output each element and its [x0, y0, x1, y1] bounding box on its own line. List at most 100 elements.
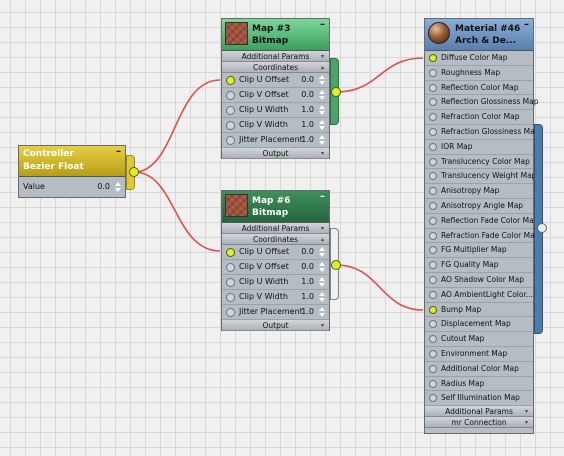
map-slot-row[interactable]: Cutout Map	[425, 332, 533, 347]
input-port[interactable]	[429, 83, 437, 92]
mr-connection-rollout[interactable]: mr Connection ▾	[425, 417, 533, 429]
input-port[interactable]	[429, 172, 437, 181]
map-slot-row[interactable]: IOR Map	[425, 139, 533, 155]
input-port[interactable]	[429, 379, 437, 388]
collapse-icon[interactable]: –	[320, 20, 325, 30]
wire-controller-to-map6[interactable]	[133, 171, 221, 252]
spinner-icon[interactable]	[318, 247, 326, 257]
map-slot-row[interactable]: Reflection Fade Color Map	[425, 213, 538, 229]
input-port[interactable]	[226, 263, 235, 272]
param-value[interactable]: 1.0	[292, 305, 314, 319]
map-slot-row[interactable]: Bump Map	[425, 302, 533, 318]
spinner-icon[interactable]	[318, 135, 326, 145]
input-port[interactable]	[429, 54, 437, 62]
param-value[interactable]: 1.0	[292, 275, 314, 289]
map-slot-row[interactable]: Refraction Fade Color Map	[425, 228, 539, 244]
param-value[interactable]: 0.0	[88, 177, 110, 197]
param-row[interactable]: Jitter Placement 1.0	[222, 133, 329, 148]
wire-controller-to-map3[interactable]	[133, 79, 221, 173]
spinner-icon[interactable]	[318, 120, 326, 130]
param-row[interactable]: Clip U Offset 0.0	[222, 245, 329, 260]
input-port[interactable]	[429, 349, 437, 358]
input-port[interactable]	[429, 275, 437, 284]
coordinates-rollout[interactable]: Coordinates ▴	[222, 234, 329, 245]
input-port[interactable]	[226, 91, 235, 100]
input-port[interactable]	[226, 308, 235, 317]
param-value[interactable]: 1.0	[292, 103, 314, 117]
input-port[interactable]	[226, 121, 235, 130]
map-slot-row[interactable]: Roughness Map	[425, 65, 533, 81]
map-slot-row[interactable]: FG Quality Map	[425, 258, 533, 273]
input-port[interactable]	[429, 142, 437, 151]
map-slot-row[interactable]: Refraction Color Map	[425, 110, 533, 125]
map6-node[interactable]: Map #6 Bitmap – Additional Params ▾ Coor…	[221, 190, 330, 331]
output-rollout[interactable]: Output ▾	[222, 320, 329, 331]
wire-map3-to-diffuse[interactable]	[335, 57, 424, 93]
map-slot-row[interactable]: Radius Map	[425, 376, 533, 392]
param-value[interactable]: 1.0	[292, 118, 314, 132]
map-slot-row[interactable]: Self Illumination Map	[425, 391, 533, 407]
input-port[interactable]	[226, 106, 235, 115]
param-value[interactable]: 1.0	[292, 133, 314, 147]
material-node[interactable]: Material #46 Arch & De... – Diffuse Colo…	[424, 18, 539, 434]
map-slot-row[interactable]: Reflection Color Map	[425, 80, 533, 96]
controller-node[interactable]: Controller Bezier Float – Value 0.0	[18, 145, 126, 198]
param-value[interactable]: 1.0	[292, 290, 314, 304]
map-slot-row[interactable]: Displacement Map	[425, 317, 533, 333]
input-port[interactable]	[429, 261, 437, 270]
param-value[interactable]: 0.0	[292, 88, 314, 102]
map-slot-row[interactable]: AO AmbientLight Color...	[425, 287, 533, 303]
input-port[interactable]	[429, 290, 437, 299]
collapse-icon[interactable]: –	[320, 192, 325, 202]
input-port[interactable]	[226, 293, 235, 302]
spinner-icon[interactable]	[318, 262, 326, 272]
wire-map6-to-bump[interactable]	[335, 264, 424, 311]
map3-header[interactable]: Map #3 Bitmap –	[222, 19, 329, 51]
controller-output-port[interactable]	[129, 167, 139, 177]
spinner-icon[interactable]	[318, 292, 326, 302]
input-port[interactable]	[429, 201, 437, 210]
input-port[interactable]	[429, 231, 437, 240]
param-row[interactable]: Clip V Offset 0.0	[222, 260, 329, 275]
additional-params-rollout[interactable]: Additional Params ▾	[222, 223, 329, 234]
material-header[interactable]: Material #46 Arch & De... –	[425, 19, 533, 51]
map-slot-row[interactable]: Anisotropy Angle Map	[425, 198, 533, 214]
additional-params-rollout[interactable]: Additional Params ▾	[425, 406, 533, 418]
input-port[interactable]	[429, 98, 437, 107]
param-row[interactable]: Clip V Offset 0.0	[222, 88, 329, 103]
param-row[interactable]: Clip V Width 1.0	[222, 290, 329, 305]
coordinates-rollout[interactable]: Coordinates ▴	[222, 62, 329, 73]
map-slot-row[interactable]: Translucency Weight Map	[425, 169, 536, 185]
spinner-icon[interactable]	[318, 90, 326, 100]
map-slot-row[interactable]: Environment Map	[425, 346, 533, 362]
spinner-icon[interactable]	[318, 307, 326, 317]
map-slot-row[interactable]: Diffuse Color Map	[425, 51, 533, 66]
input-port[interactable]	[429, 320, 437, 329]
map-slot-row[interactable]: Reflection Glossiness Map	[425, 95, 538, 111]
output-rollout[interactable]: Output ▾	[222, 148, 329, 159]
input-port[interactable]	[226, 136, 235, 145]
input-port[interactable]	[226, 278, 235, 287]
map-slot-row[interactable]: Translucency Color Map	[425, 154, 533, 170]
input-port[interactable]	[429, 364, 437, 373]
param-row[interactable]: Clip U Offset 0.0	[222, 73, 329, 88]
input-port[interactable]	[429, 127, 437, 136]
map6-output-port[interactable]	[331, 260, 341, 270]
collapse-icon[interactable]: –	[524, 20, 529, 30]
collapse-icon[interactable]: –	[116, 147, 121, 157]
additional-params-rollout[interactable]: Additional Params ▾	[222, 51, 329, 62]
map3-output-port[interactable]	[331, 87, 341, 97]
material-output-port[interactable]	[537, 223, 547, 233]
param-value[interactable]: 0.0	[292, 260, 314, 274]
input-port[interactable]	[429, 157, 437, 166]
map-slot-row[interactable]: Additional Color Map	[425, 361, 533, 377]
input-port[interactable]	[429, 113, 437, 122]
map-slot-row[interactable]: FG Multiplier Map	[425, 243, 533, 259]
input-port[interactable]	[429, 68, 437, 77]
input-port[interactable]	[429, 394, 437, 403]
controller-header[interactable]: Controller Bezier Float –	[19, 146, 125, 177]
param-value[interactable]: 0.0	[292, 73, 314, 87]
map3-node[interactable]: Map #3 Bitmap – Additional Params ▾ Coor…	[221, 18, 330, 159]
spinner-icon[interactable]	[318, 105, 326, 115]
param-row[interactable]: Clip U Width 1.0	[222, 275, 329, 290]
